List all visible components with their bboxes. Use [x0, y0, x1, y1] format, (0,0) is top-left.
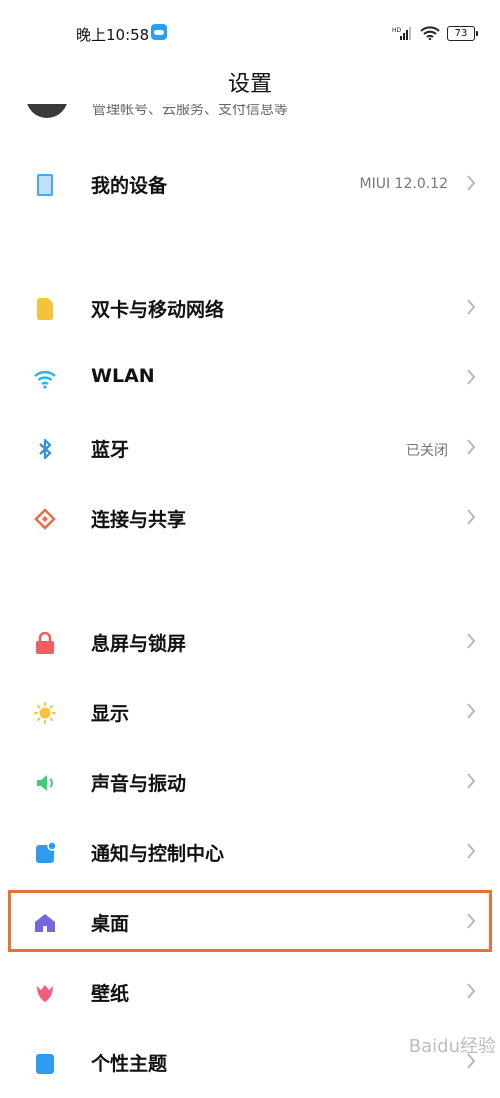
- theme-icon: [36, 1054, 54, 1074]
- avatar: [26, 104, 68, 118]
- speaker-icon: [37, 775, 53, 791]
- sim-card-icon: [37, 298, 53, 320]
- settings-item-label: 桌面: [91, 913, 130, 935]
- settings-item-bluetooth[interactable]: 蓝牙 已关闭: [0, 414, 500, 484]
- settings-item-connection-sharing[interactable]: 连接与共享: [0, 484, 500, 554]
- settings-item-value: 已关闭: [406, 443, 448, 459]
- chevron-right-icon: [467, 369, 476, 385]
- settings-item-notifications[interactable]: 通知与控制中心: [0, 818, 500, 888]
- lock-icon: [36, 632, 54, 654]
- settings-item-label: 连接与共享: [91, 509, 187, 531]
- settings-item-label: 个性主题: [91, 1053, 168, 1075]
- chevron-right-icon: [467, 913, 476, 929]
- signal-icon: HD: [392, 27, 411, 40]
- wifi-icon: [34, 371, 56, 389]
- chevron-right-icon: [467, 175, 476, 191]
- chevron-right-icon: [467, 633, 476, 649]
- settings-item-display[interactable]: 显示: [0, 678, 500, 748]
- settings-item-label: 蓝牙: [91, 439, 130, 461]
- account-subtitle: 管理帐号、云服务、支付信息等: [92, 104, 288, 118]
- settings-item-label: 通知与控制中心: [91, 843, 225, 865]
- settings-item-lock-screen[interactable]: 息屏与锁屏: [0, 608, 500, 678]
- settings-item-label: 声音与振动: [91, 773, 187, 795]
- chevron-right-icon: [467, 773, 476, 789]
- status-bar: 晚上10:58 HD 73: [0, 0, 500, 60]
- settings-item-label: 壁纸: [91, 983, 130, 1005]
- battery-indicator: 73: [447, 26, 478, 41]
- settings-item-wlan[interactable]: WLAN: [0, 344, 500, 414]
- page-title: 设置: [227, 72, 272, 97]
- device-icon: [37, 174, 53, 196]
- settings-item-label: 双卡与移动网络: [91, 299, 225, 321]
- settings-item-my-device[interactable]: 我的设备 MIUI 12.0.12: [0, 150, 500, 220]
- watermark: Baidu经验: [408, 1036, 496, 1057]
- chevron-right-icon: [467, 509, 476, 525]
- svg-text:HD: HD: [392, 27, 402, 34]
- settings-item-wallpaper[interactable]: 壁纸: [0, 958, 500, 1028]
- settings-item-label: 显示: [91, 703, 130, 725]
- share-icon: [34, 508, 56, 530]
- chevron-right-icon: [467, 439, 476, 455]
- bluetooth-icon: [39, 438, 52, 460]
- settings-item-label: 我的设备: [91, 175, 168, 197]
- notification-icon: [36, 842, 56, 863]
- wifi-status-icon: [420, 26, 440, 40]
- account-row[interactable]: 管理帐号、云服务、支付信息等: [0, 104, 500, 134]
- cloud-notification-icon: [151, 24, 167, 40]
- home-icon: [35, 914, 55, 932]
- chevron-right-icon: [467, 843, 476, 859]
- settings-item-value: MIUI 12.0.12: [359, 176, 448, 192]
- settings-item-sim-network[interactable]: 双卡与移动网络: [0, 274, 500, 344]
- settings-item-label: WLAN: [91, 365, 155, 387]
- tulip-icon: [37, 985, 53, 1002]
- chevron-right-icon: [467, 983, 476, 999]
- sun-icon: [34, 702, 56, 724]
- chevron-right-icon: [467, 299, 476, 315]
- status-time: 晚上10:58: [76, 26, 150, 44]
- settings-item-home-screen[interactable]: 桌面: [0, 888, 500, 958]
- settings-item-label: 息屏与锁屏: [91, 633, 187, 655]
- settings-item-sound-vibration[interactable]: 声音与振动: [0, 748, 500, 818]
- chevron-right-icon: [467, 703, 476, 719]
